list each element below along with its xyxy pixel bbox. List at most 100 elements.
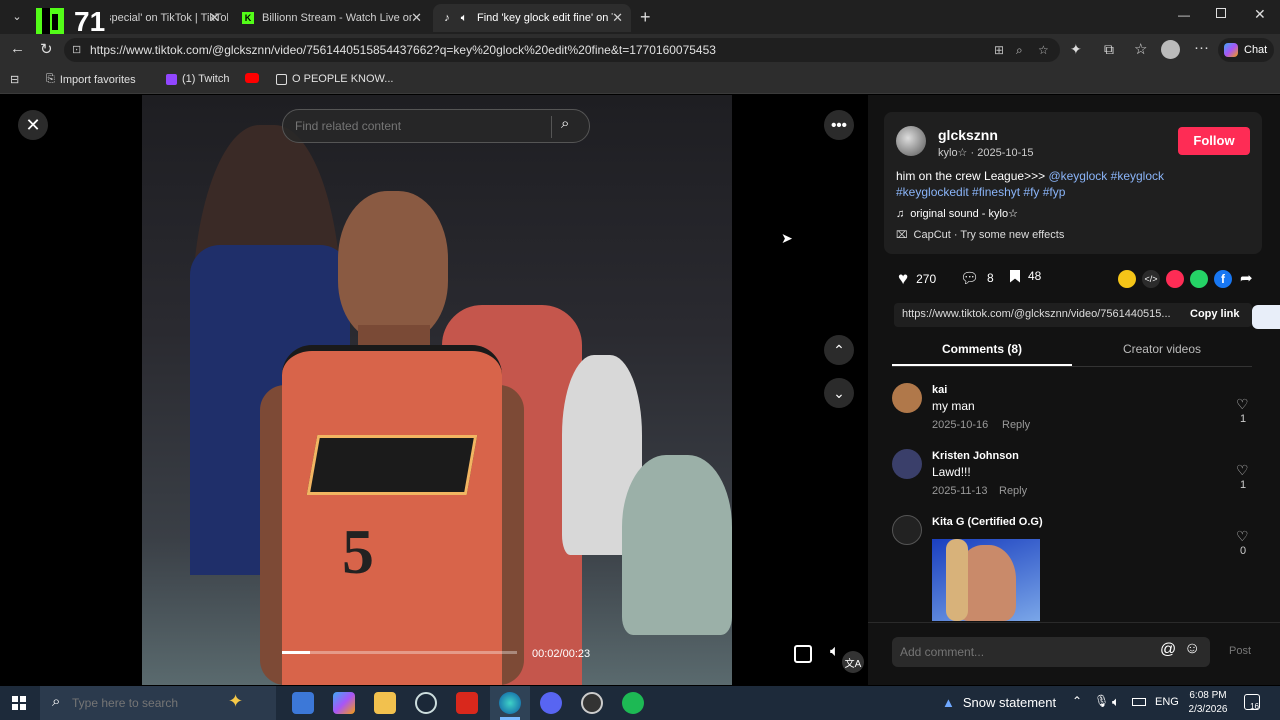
restore-icon[interactable] — [1216, 8, 1226, 18]
comment-button[interactable]: 💬︎ 8 — [960, 269, 994, 287]
volume-icon[interactable]: 🔈︎ — [830, 643, 840, 661]
follow-button[interactable]: Follow — [1178, 127, 1250, 155]
site-info-icon[interactable]: ⊡ — [72, 38, 81, 62]
steam-icon[interactable] — [415, 692, 437, 714]
comment-like-heart-icon[interactable]: ♡ — [1236, 396, 1249, 413]
comment-like-heart-icon[interactable]: ♡ — [1236, 528, 1249, 545]
tab-creator-videos[interactable]: Creator videos — [1072, 342, 1252, 366]
post-comment-button[interactable]: Post — [1229, 645, 1251, 657]
game-icon[interactable] — [581, 692, 603, 714]
comment-input[interactable] — [900, 643, 1140, 661]
discord-icon[interactable] — [540, 692, 562, 714]
commenter-avatar[interactable] — [892, 515, 922, 545]
whatsapp-icon[interactable] — [1190, 270, 1208, 288]
extensions-icon[interactable]: ✦ — [1070, 41, 1082, 58]
share-arrow-icon[interactable]: ➦ — [1240, 269, 1253, 287]
sound-row[interactable]: ♫ original sound - kylo☆ — [896, 207, 1018, 220]
speaker-icon[interactable]: 🔈︎ — [457, 12, 471, 25]
facebook-icon[interactable]: f — [1214, 270, 1232, 288]
favorite-youtube[interactable] — [245, 73, 264, 83]
previous-video-button[interactable]: ⌃ — [824, 335, 854, 365]
favorite-twitch[interactable]: (1) Twitch — [166, 73, 229, 85]
more-options-icon[interactable]: ··· — [1194, 39, 1209, 56]
reply-button[interactable]: Reply — [1002, 419, 1030, 431]
favorite-people-know[interactable]: O PEOPLE KNOW... — [276, 73, 393, 85]
favorites-icon[interactable]: ☆ — [1134, 40, 1147, 58]
close-tab-icon[interactable]: ✕ — [209, 10, 220, 26]
comment-count: 8 — [987, 271, 994, 285]
commenter-name[interactable]: Kita G (Certified O.G) — [932, 516, 1043, 528]
translate-icon[interactable]: 文A — [842, 651, 864, 673]
tab-comments[interactable]: Comments (8) — [892, 342, 1072, 366]
new-tab-plus-icon[interactable]: + — [640, 7, 651, 28]
back-arrow-icon[interactable]: ← — [10, 40, 25, 57]
zoom-icon[interactable]: ⌕ — [1016, 38, 1023, 62]
copy-link-button[interactable]: Copy link — [1190, 308, 1240, 320]
favorite-import[interactable]: ⎘ Import favorites — [46, 73, 136, 86]
app-available-icon[interactable]: ⊞ — [994, 38, 1004, 62]
search-related-field[interactable]: ⌕ — [282, 109, 590, 143]
volume-tray-icon[interactable]: 🔈︎ — [1112, 694, 1120, 710]
url-field[interactable]: ⊡ https://www.tiktok.com/@glcksznn/video… — [64, 38, 1060, 62]
notification-icon[interactable]: 16 — [1244, 694, 1260, 711]
spotify-icon[interactable] — [622, 692, 644, 714]
reply-button[interactable]: Reply — [999, 485, 1027, 497]
copilot-icon[interactable] — [333, 692, 355, 714]
more-options-button[interactable]: ••• — [824, 110, 854, 140]
store-icon[interactable] — [292, 692, 314, 714]
side-widget-icon[interactable] — [1252, 305, 1280, 329]
favorite-star-icon[interactable]: ☆ — [1038, 38, 1049, 62]
commenter-avatar[interactable] — [892, 383, 922, 413]
search-related-input[interactable] — [295, 117, 545, 135]
send-icon[interactable] — [1166, 270, 1184, 288]
comment-box[interactable]: @ ☺ — [892, 637, 1210, 667]
author-avatar[interactable] — [896, 126, 926, 156]
like-button[interactable]: ♥ 270 — [898, 269, 936, 289]
repost-icon[interactable] — [1118, 270, 1136, 288]
comment-image[interactable] — [932, 539, 1040, 621]
commenter-name[interactable]: Kristen Johnson — [932, 450, 1019, 462]
weather-widget[interactable]: ▲ Snow statement — [942, 695, 1056, 710]
refresh-icon[interactable]: ↻ — [40, 40, 53, 58]
commenter-name[interactable]: kai — [932, 384, 947, 396]
floating-player-icon[interactable] — [794, 645, 812, 663]
mention-icon[interactable]: @ — [1160, 641, 1176, 659]
edge-icon[interactable] — [499, 692, 521, 714]
battery-icon[interactable] — [1132, 698, 1146, 706]
close-tab-icon[interactable]: ✕ — [411, 10, 422, 26]
effect-name: CapCut · Try some new effects — [913, 229, 1065, 241]
wps-icon[interactable] — [456, 692, 478, 714]
tab-list-chevron-icon[interactable]: ⌄ — [8, 8, 26, 26]
tab-tiktok-key-glock[interactable]: ♪ 🔈︎ Find 'key glock edit fine' on TikTo… — [433, 4, 631, 32]
profile-avatar-icon[interactable] — [1161, 40, 1180, 59]
close-tab-icon[interactable]: ✕ — [612, 10, 623, 26]
tab-tiktok-special[interactable]: Find 'Hi special' on TikTok | TikTok ✕ — [110, 4, 228, 32]
video-player[interactable]: 5 00:02/00:23 — [142, 95, 732, 685]
tab-kick-stream[interactable]: K Billionn Stream - Watch Live on Kick ✕ — [234, 4, 430, 32]
search-icon[interactable]: ⌕ — [561, 115, 569, 132]
comment-like-heart-icon[interactable]: ♡ — [1236, 462, 1249, 479]
close-video-button[interactable]: ✕ — [18, 110, 48, 140]
copilot-chat-button[interactable]: Chat — [1218, 38, 1274, 62]
language-indicator[interactable]: ENG — [1155, 696, 1179, 708]
taskbar-search[interactable]: ⌕ ✦ — [40, 686, 276, 720]
microphone-icon[interactable]: 🎙︎ — [1094, 694, 1109, 708]
reading-view-icon[interactable]: ⊟ — [10, 73, 19, 86]
tray-overflow-icon[interactable]: ⌃ — [1072, 694, 1082, 708]
import-icon: ⎘ — [46, 73, 55, 85]
progress-track[interactable] — [282, 651, 517, 654]
embed-icon[interactable]: </> — [1142, 270, 1160, 288]
save-button[interactable]: 48 — [1010, 269, 1041, 283]
close-window-icon[interactable]: ✕ — [1254, 6, 1266, 23]
clock[interactable]: 6:08 PM 2/3/2026 — [1186, 689, 1230, 717]
split-screen-icon[interactable]: ⧉ — [1104, 41, 1114, 58]
author-username[interactable]: glcksznn — [938, 127, 998, 143]
minimize-icon[interactable]: — — [1178, 8, 1190, 22]
next-video-button[interactable]: ⌄ — [824, 378, 854, 408]
commenter-avatar[interactable] — [892, 449, 922, 479]
file-explorer-icon[interactable] — [374, 692, 396, 714]
windows-start-icon[interactable] — [12, 696, 26, 710]
effect-row[interactable]: ⌧ CapCut · Try some new effects — [896, 229, 1064, 241]
emoji-icon[interactable]: ☺ — [1184, 640, 1200, 658]
taskbar-search-input[interactable] — [72, 694, 232, 712]
